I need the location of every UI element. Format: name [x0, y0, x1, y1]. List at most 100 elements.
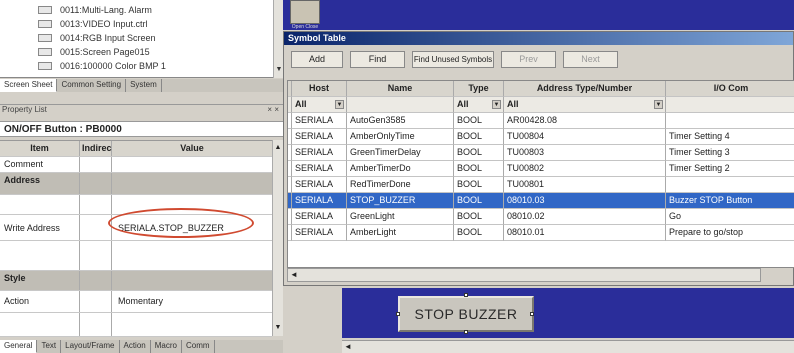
- resize-handle[interactable]: [530, 312, 534, 316]
- type-filter[interactable]: All ▼: [454, 97, 504, 113]
- row-address-cell[interactable]: AR00428.08: [504, 113, 666, 129]
- find-button[interactable]: Find: [350, 51, 405, 68]
- row-type-cell[interactable]: BOOL: [454, 145, 504, 161]
- column-header-address[interactable]: Address Type/Number: [504, 81, 666, 97]
- find-unused-symbols-button[interactable]: Find Unused Symbols: [412, 51, 494, 68]
- dropdown-arrow-icon[interactable]: ▼: [492, 100, 501, 109]
- row-comment-cell[interactable]: Timer Setting 2: [666, 161, 794, 177]
- table-row[interactable]: SERIALA AutoGen3585 BOOL AR00428.08: [288, 113, 794, 129]
- row-type-cell[interactable]: BOOL: [454, 193, 504, 209]
- row-address-cell[interactable]: TU00804: [504, 129, 666, 145]
- resize-handle[interactable]: [464, 293, 468, 297]
- row-type-cell[interactable]: BOOL: [454, 177, 504, 193]
- tab-general[interactable]: General: [0, 340, 38, 353]
- column-header-type[interactable]: Type: [454, 81, 504, 97]
- resize-handle[interactable]: [464, 330, 468, 334]
- stop-buzzer-button[interactable]: STOP BUZZER: [398, 296, 534, 332]
- row-type-cell[interactable]: BOOL: [454, 225, 504, 241]
- row-type-cell[interactable]: BOOL: [454, 209, 504, 225]
- prev-button[interactable]: Prev: [501, 51, 556, 68]
- row-host-cell[interactable]: SERIALA: [292, 129, 347, 145]
- property-section-style[interactable]: Style: [0, 271, 272, 291]
- row-comment-cell[interactable]: [666, 177, 794, 193]
- tree-item[interactable]: 0011:Multi-Lang. Alarm: [38, 4, 152, 16]
- scroll-down-icon[interactable]: ▼: [275, 66, 283, 74]
- row-name-cell[interactable]: RedTimerDone: [347, 177, 454, 193]
- design-canvas[interactable]: [283, 0, 794, 30]
- row-address-cell[interactable]: TU00802: [504, 161, 666, 177]
- row-type-cell[interactable]: BOOL: [454, 161, 504, 177]
- row-address-cell[interactable]: 08010.01: [504, 225, 666, 241]
- row-comment-cell[interactable]: Prepare to go/stop: [666, 225, 794, 241]
- row-name-cell[interactable]: GreenTimerDelay: [347, 145, 454, 161]
- row-host-cell[interactable]: SERIALA: [292, 209, 347, 225]
- tab-layout-frame[interactable]: Layout/Frame: [61, 340, 120, 353]
- row-name-cell[interactable]: AmberTimerDo: [347, 161, 454, 177]
- close-icon[interactable]: × ×: [267, 105, 279, 114]
- image-thumbnail[interactable]: [290, 0, 320, 24]
- tab-system[interactable]: System: [126, 79, 162, 92]
- row-host-cell[interactable]: SERIALA: [292, 193, 347, 209]
- row-name-cell[interactable]: GreenLight: [347, 209, 454, 225]
- host-filter[interactable]: All ▼: [292, 97, 347, 113]
- table-row[interactable]: SERIALA STOP_BUZZER BOOL 08010.03 Buzzer STO…: [288, 193, 794, 209]
- row-address-cell[interactable]: TU00801: [504, 177, 666, 193]
- row-comment-cell[interactable]: Go: [666, 209, 794, 225]
- tab-comm[interactable]: Comm: [182, 340, 215, 353]
- next-button[interactable]: Next: [563, 51, 618, 68]
- add-button[interactable]: Add: [291, 51, 343, 68]
- row-host-cell[interactable]: SERIALA: [292, 177, 347, 193]
- action-value-field[interactable]: Momentary: [112, 291, 272, 312]
- tab-action[interactable]: Action: [120, 340, 151, 353]
- tree-item[interactable]: 0016:100000 Color BMP 1: [38, 60, 166, 72]
- row-name-cell[interactable]: AutoGen3585: [347, 113, 454, 129]
- row-comment-cell[interactable]: [666, 113, 794, 129]
- table-row[interactable]: SERIALA AmberTimerDo BOOL TU00802 Timer Sett…: [288, 161, 794, 177]
- row-address-cell[interactable]: 08010.03: [504, 193, 666, 209]
- scroll-left-icon[interactable]: ◄: [289, 270, 299, 279]
- table-row[interactable]: SERIALA AmberOnlyTime BOOL TU00804 Timer Set…: [288, 129, 794, 145]
- tree-item[interactable]: 0013:VIDEO Input.ctrl: [38, 18, 148, 30]
- row-host-cell[interactable]: SERIALA: [292, 161, 347, 177]
- dropdown-arrow-icon[interactable]: ▼: [335, 100, 344, 109]
- symbol-table-title[interactable]: Symbol Table: [284, 32, 793, 45]
- row-address-cell[interactable]: TU00803: [504, 145, 666, 161]
- dropdown-arrow-icon[interactable]: ▼: [654, 100, 663, 109]
- scroll-down-icon[interactable]: ▼: [274, 324, 282, 331]
- name-filter[interactable]: [347, 97, 454, 113]
- row-comment-cell[interactable]: Timer Setting 3: [666, 145, 794, 161]
- row-type-cell[interactable]: BOOL: [454, 113, 504, 129]
- property-scrollbar[interactable]: ▲ ▼: [272, 140, 283, 336]
- row-host-cell[interactable]: SERIALA: [292, 113, 347, 129]
- symbol-table-hscrollbar[interactable]: ◄: [287, 268, 761, 282]
- comment-filter[interactable]: [666, 97, 794, 113]
- scroll-up-icon[interactable]: ▲: [274, 144, 282, 151]
- property-section-address[interactable]: Address: [0, 173, 272, 195]
- column-header-io-comment[interactable]: I/O Com: [666, 81, 794, 97]
- address-filter[interactable]: All ▼: [504, 97, 666, 113]
- row-name-cell[interactable]: AmberLight: [347, 225, 454, 241]
- tree-item[interactable]: 0015:Screen Page015: [38, 46, 150, 58]
- tab-text[interactable]: Text: [37, 340, 62, 353]
- tree-item[interactable]: 0014:RGB Input Screen: [38, 32, 156, 44]
- row-type-cell[interactable]: BOOL: [454, 129, 504, 145]
- table-row[interactable]: SERIALA GreenLight BOOL 08010.02 Go: [288, 209, 794, 225]
- row-address-cell[interactable]: 08010.02: [504, 209, 666, 225]
- row-name-cell[interactable]: STOP_BUZZER: [347, 193, 454, 209]
- row-host-cell[interactable]: SERIALA: [292, 225, 347, 241]
- row-name-cell[interactable]: AmberOnlyTime: [347, 129, 454, 145]
- canvas-hscrollbar[interactable]: ◄: [342, 340, 794, 353]
- scroll-left-icon[interactable]: ◄: [344, 342, 352, 351]
- tree-scrollbar[interactable]: ▼: [273, 0, 283, 78]
- table-row[interactable]: SERIALA AmberLight BOOL 08010.01 Prepare to …: [288, 225, 794, 241]
- column-header-name[interactable]: Name: [347, 81, 454, 97]
- property-row-action[interactable]: Action Momentary: [0, 291, 272, 313]
- row-comment-cell[interactable]: Timer Setting 4: [666, 129, 794, 145]
- column-header-host[interactable]: Host: [292, 81, 347, 97]
- table-row[interactable]: SERIALA GreenTimerDelay BOOL TU00803 Timer S…: [288, 145, 794, 161]
- row-host-cell[interactable]: SERIALA: [292, 145, 347, 161]
- table-row[interactable]: SERIALA RedTimerDone BOOL TU00801: [288, 177, 794, 193]
- tab-common-setting[interactable]: Common Setting: [57, 79, 127, 92]
- resize-handle[interactable]: [396, 312, 400, 316]
- tab-macro[interactable]: Macro: [151, 340, 182, 353]
